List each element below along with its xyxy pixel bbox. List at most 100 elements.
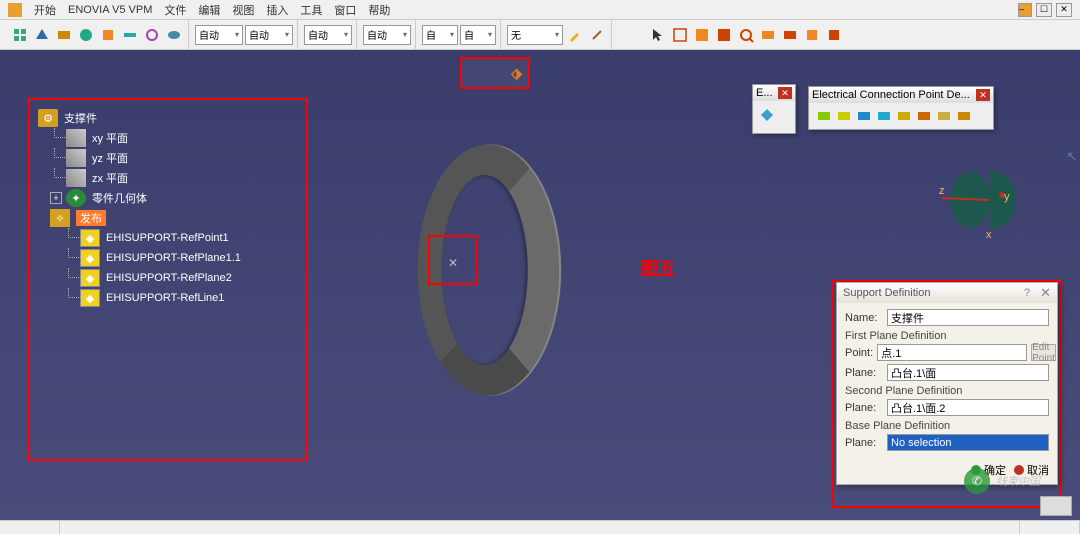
r8-icon[interactable]: [824, 25, 844, 45]
ec-4-icon[interactable]: [875, 107, 893, 125]
select-auto-6[interactable]: 自: [460, 25, 496, 45]
cursor-icon: ↖: [1066, 148, 1078, 165]
close-icon[interactable]: ✕: [778, 87, 792, 99]
tree-root-label: 支撑件: [64, 110, 97, 126]
close-icon[interactable]: ✕: [1040, 285, 1051, 301]
plane2-field[interactable]: [887, 399, 1049, 416]
tree-pub-1[interactable]: ◆EHISUPPORT-RefPlane1.1: [80, 248, 298, 268]
origin-marker: ✕: [448, 256, 458, 270]
dialog-titlebar[interactable]: Support Definition ? ✕: [837, 283, 1057, 303]
r7-icon[interactable]: [802, 25, 822, 45]
toolbar: 自动 自动 自动 自动 自 自 无: [0, 20, 1080, 50]
menu-insert[interactable]: 插入: [266, 2, 288, 18]
ref-icon: ◆: [80, 289, 100, 307]
name-field[interactable]: [887, 309, 1049, 326]
ec-5-icon[interactable]: [895, 107, 913, 125]
tree-pub-2[interactable]: ◆EHISUPPORT-RefPlane2: [80, 268, 298, 288]
menu-tools[interactable]: 工具: [300, 2, 322, 18]
r6-icon[interactable]: [780, 25, 800, 45]
select-auto-5[interactable]: 自: [422, 25, 458, 45]
dropper-icon[interactable]: [587, 25, 607, 45]
tool-6-icon[interactable]: [120, 25, 140, 45]
plane3-label: Plane:: [845, 437, 883, 449]
r3-icon[interactable]: [714, 25, 734, 45]
panel-electrical[interactable]: Electrical Connection Point De... ✕: [808, 86, 994, 130]
window-controls: – ☐ ✕: [1018, 3, 1072, 17]
ec-7-icon[interactable]: [935, 107, 953, 125]
plane3-field[interactable]: [887, 434, 1049, 451]
tree-zx-plane[interactable]: zx 平面: [66, 168, 298, 188]
expand-icon[interactable]: +: [50, 192, 62, 204]
view-compass[interactable]: z y x: [934, 150, 1044, 240]
point-field[interactable]: [877, 344, 1027, 361]
r1-icon[interactable]: [670, 25, 690, 45]
panel-e-title: E...: [756, 87, 773, 99]
r4-icon[interactable]: [736, 25, 756, 45]
plane1-label: Plane:: [845, 367, 883, 379]
cursor-icon[interactable]: [648, 25, 668, 45]
ec-2-icon[interactable]: [835, 107, 853, 125]
r2-icon[interactable]: [692, 25, 712, 45]
help-icon[interactable]: ?: [1024, 287, 1030, 299]
select-auto-4[interactable]: 自动: [363, 25, 411, 45]
ec-8-icon[interactable]: [955, 107, 973, 125]
plane-icon: [66, 149, 86, 167]
wechat-icon: ✆: [964, 468, 990, 494]
z-axis-label: z: [939, 185, 945, 197]
ref-icon: ◆: [80, 269, 100, 287]
figure-label: 图五: [640, 255, 676, 281]
close-icon[interactable]: ✕: [976, 89, 990, 101]
support-definition-dialog[interactable]: Support Definition ? ✕ Name: First Plane…: [836, 282, 1058, 485]
tree-pub-0[interactable]: ◆EHISUPPORT-RefPoint1: [80, 228, 298, 248]
base-plane-section: Base Plane Definition: [845, 420, 1049, 432]
menu-file[interactable]: 文件: [164, 2, 186, 18]
compass-glyph-icon: ⬗: [511, 65, 522, 82]
menu-window[interactable]: 窗口: [334, 2, 356, 18]
panel-e[interactable]: E... ✕: [752, 84, 796, 134]
close-button[interactable]: ✕: [1056, 3, 1072, 17]
tree-yz-plane[interactable]: yz 平面: [66, 148, 298, 168]
r5-icon[interactable]: [758, 25, 778, 45]
tool-3-icon[interactable]: [54, 25, 74, 45]
resize-grip[interactable]: [1040, 496, 1072, 516]
menu-view[interactable]: 视图: [232, 2, 254, 18]
point-label: Point:: [845, 347, 873, 359]
tree-pub-3[interactable]: ◆EHISUPPORT-RefLine1: [80, 288, 298, 308]
menu-start[interactable]: 开始: [34, 2, 56, 18]
minimize-button[interactable]: –: [1018, 3, 1032, 17]
select-none[interactable]: 无: [507, 25, 563, 45]
plane1-field[interactable]: [887, 364, 1049, 381]
body-icon: ✦: [66, 189, 86, 207]
first-plane-section: First Plane Definition: [845, 330, 1049, 342]
select-auto-1[interactable]: 自动: [195, 25, 243, 45]
edit-point-button[interactable]: Edit Point: [1031, 344, 1056, 361]
tool-5-icon[interactable]: [98, 25, 118, 45]
menu-vpm[interactable]: ENOVIA V5 VPM: [68, 4, 152, 16]
ec-1-icon[interactable]: [815, 107, 833, 125]
tool-2-icon[interactable]: [32, 25, 52, 45]
second-plane-section: Second Plane Definition: [845, 385, 1049, 397]
status-bar: [0, 520, 1080, 534]
app-icon: [8, 3, 22, 17]
tree-body[interactable]: +✦零件几何体: [50, 188, 298, 208]
menu-edit[interactable]: 编辑: [198, 2, 220, 18]
tree-root[interactable]: ⚙ 支撑件: [38, 108, 298, 128]
name-label: Name:: [845, 312, 883, 324]
publish-icon: ✧: [50, 209, 70, 227]
e-tool-icon[interactable]: [757, 105, 777, 125]
panel-ec-title: Electrical Connection Point De...: [812, 89, 970, 101]
tool-1-icon[interactable]: [10, 25, 30, 45]
maximize-button[interactable]: ☐: [1036, 3, 1052, 17]
select-auto-2[interactable]: 自动: [245, 25, 293, 45]
tree-xy-plane[interactable]: xy 平面: [66, 128, 298, 148]
paint-icon[interactable]: [565, 25, 585, 45]
tool-7-icon[interactable]: [142, 25, 162, 45]
tool-4-icon[interactable]: [76, 25, 96, 45]
ec-6-icon[interactable]: [915, 107, 933, 125]
ec-3-icon[interactable]: [855, 107, 873, 125]
tool-8-icon[interactable]: [164, 25, 184, 45]
tree-publish[interactable]: ✧发布: [50, 208, 298, 228]
select-auto-3[interactable]: 自动: [304, 25, 352, 45]
plane-icon: [66, 129, 86, 147]
menu-help[interactable]: 帮助: [368, 2, 390, 18]
